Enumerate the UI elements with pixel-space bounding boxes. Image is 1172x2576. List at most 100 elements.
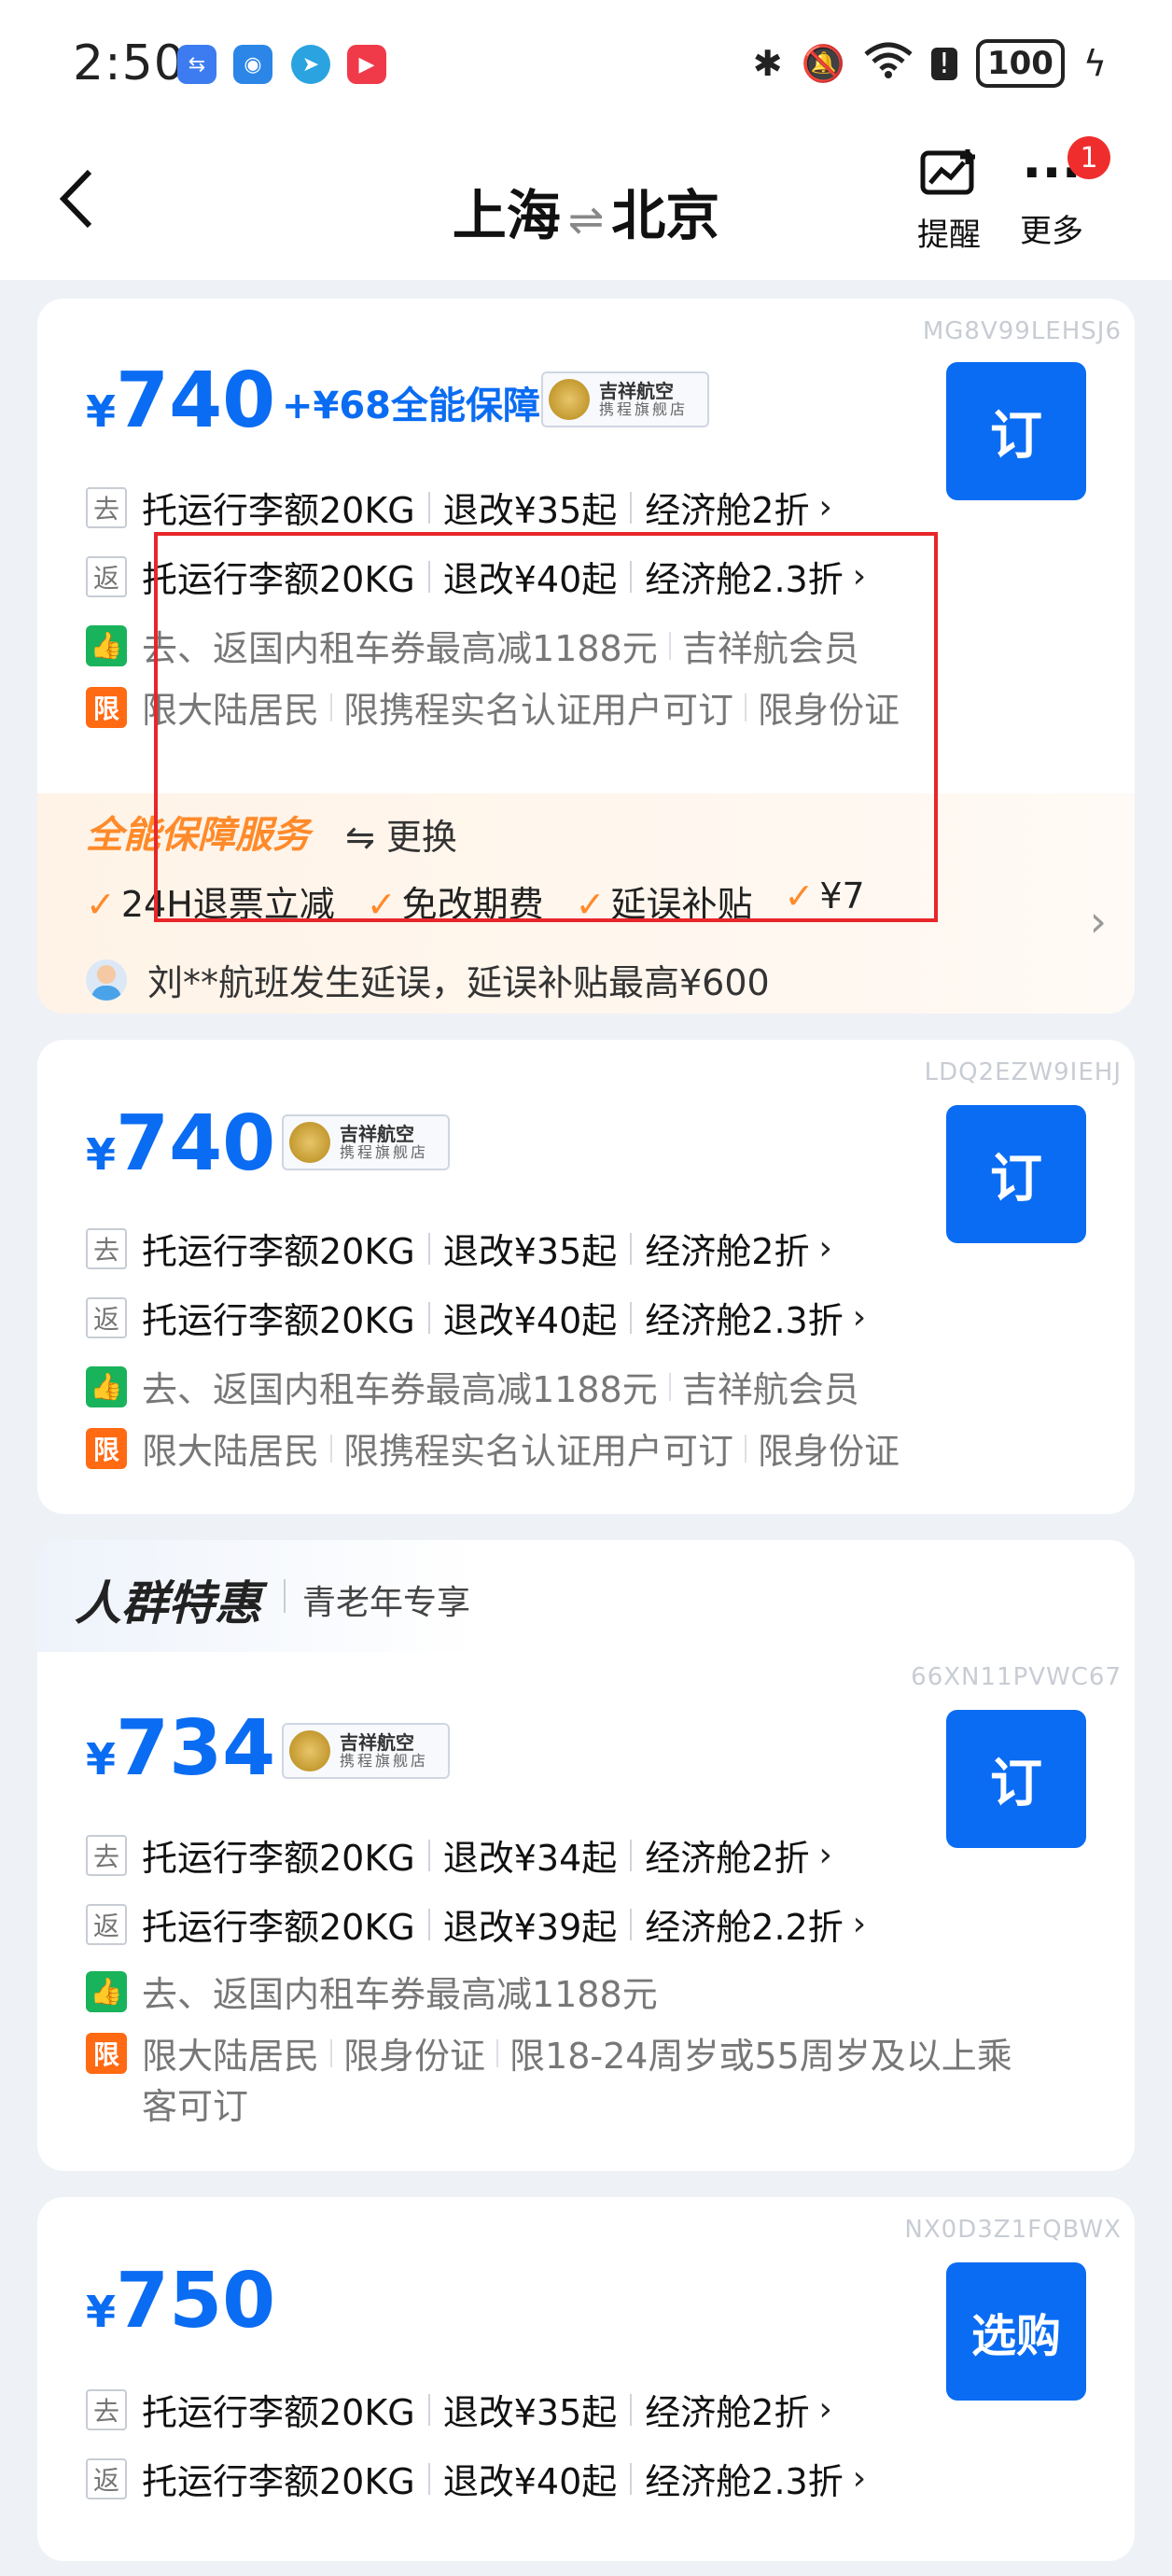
change-fee: 退改¥34起: [442, 1838, 618, 1879]
charging-icon: ϟ: [1082, 43, 1107, 84]
flight-card[interactable]: LDQ2EZW9IEHJ ¥740 吉祥航空 携程旗舰店 订 去 托运行李额20K…: [37, 1040, 1135, 1514]
outbound-tag: 去: [86, 1834, 127, 1876]
alert-icon: !: [930, 47, 957, 80]
swap-arrow-icon: ⇌: [567, 194, 605, 245]
more-label: 更多: [1020, 213, 1083, 250]
book-button[interactable]: 订: [946, 362, 1086, 500]
price: ¥750: [86, 2257, 275, 2345]
outbound-row[interactable]: 去 托运行李额20KG 退改¥35起 经济舱2折 ›: [86, 2384, 832, 2435]
baggage: 托运行李额20KG: [142, 1300, 415, 1341]
limit-text: 限身份证: [343, 2036, 486, 2077]
limit-row: 限 限大陆居民 限携程实名认证用户可订 限身份证: [86, 1422, 900, 1474]
return-tag: 返: [86, 555, 127, 597]
price-alert-icon: [920, 149, 975, 195]
avatar: [86, 959, 127, 1001]
select-button[interactable]: 选购: [946, 2262, 1086, 2401]
flight-card[interactable]: NX0D3Z1FQBWX ¥750 选购 去 托运行李额20KG 退改¥35起 …: [37, 2197, 1135, 2561]
cabin: 经济舱2.2折: [645, 1907, 844, 1948]
cabin: 经济舱2.3折: [645, 2461, 844, 2502]
limit-text: 限18-24周岁或55周岁及以上乘: [509, 2036, 1012, 2077]
airline-store: 携程旗舰店: [340, 1752, 429, 1771]
benefit-text: 去、返国内租车券最高减1188元: [142, 1974, 658, 2015]
product-code: LDQ2EZW9IEHJ: [924, 1058, 1122, 1086]
more-button[interactable]: ··· 更多 1: [1000, 136, 1110, 251]
price: ¥740: [86, 1099, 275, 1188]
product-code: 66XN11PVWC67: [911, 1663, 1122, 1691]
limit-text: 限携程实名认证用户可订: [343, 1431, 734, 1472]
insurance-addon: +¥68全能保障: [282, 385, 541, 427]
benefit-row: 👍 去、返国内租车券最高减1188元: [86, 1966, 658, 2017]
book-button[interactable]: 订: [946, 1710, 1086, 1848]
bluetooth-icon: ✱: [752, 43, 783, 84]
return-row[interactable]: 返 托运行李额20KG 退改¥40起 经济舱2.3折 ›: [86, 2453, 866, 2504]
change-fee: 退改¥40起: [442, 1300, 618, 1341]
price-amount: 750: [116, 2257, 276, 2345]
cabin: 经济舱2折: [645, 490, 810, 531]
return-row[interactable]: 返 托运行李额20KG 退改¥39起 经济舱2.2折 ›: [86, 1898, 866, 1950]
limit-row: 限 限大陆居民 限身份证 限18-24周岁或55周岁及以上乘: [86, 2027, 1012, 2079]
status-bar: 2:50 ⇆ ◉ ➤ ▶ ✱ 🔕 ! 100 ϟ: [0, 0, 1172, 131]
outbound-row[interactable]: 去 托运行李额20KG 退改¥34起 经济舱2折 ›: [86, 1829, 832, 1881]
status-right: ✱ 🔕 ! 100 ϟ: [753, 39, 1107, 88]
notice-text: 刘**航班发生延误，延误补贴最高¥600: [147, 962, 770, 1003]
member-text: 吉祥航会员: [681, 1369, 859, 1410]
remind-label: 提醒: [917, 217, 981, 254]
cabin: 经济舱2折: [645, 2392, 810, 2433]
outbound-tag: 去: [86, 2388, 127, 2430]
status-time: 2:50: [73, 35, 186, 91]
price-amount: 734: [116, 1704, 276, 1793]
outbound-tag: 去: [86, 1227, 127, 1269]
product-code: MG8V99LEHSJ6: [922, 317, 1122, 345]
baggage: 托运行李额20KG: [142, 2392, 415, 2433]
limit-tag: 限: [86, 2032, 127, 2074]
change-fee: 退改¥35起: [442, 490, 618, 531]
outbound-row[interactable]: 去 托运行李额20KG 退改¥35起 经济舱2折 ›: [86, 482, 832, 533]
outbound-row[interactable]: 去 托运行李额20KG 退改¥35起 经济舱2折 ›: [86, 1223, 832, 1274]
return-row[interactable]: 返 托运行李额20KG 退改¥40起 经济舱2.3折 ›: [86, 1292, 866, 1343]
limit-tag: 限: [86, 686, 127, 728]
cabin: 经济舱2折: [645, 1838, 810, 1879]
airline-store: 携程旗舰店: [599, 400, 689, 419]
baggage: 托运行李额20KG: [142, 1838, 415, 1879]
thumbs-up-icon: 👍: [86, 1365, 127, 1407]
airline-store: 携程旗舰店: [340, 1143, 429, 1162]
chevron-right-icon: ›: [818, 488, 832, 526]
remind-button[interactable]: 提醒: [898, 147, 1000, 255]
airline-name: 吉祥航空: [340, 1731, 414, 1755]
price-currency: ¥: [86, 1129, 117, 1180]
limit-tag: 限: [86, 1427, 127, 1469]
browser-icon: ◉: [233, 45, 272, 84]
price-amount: 740: [116, 357, 276, 445]
delay-notice: 刘**航班发生延误，延误补贴最高¥600: [86, 954, 770, 1005]
limit-text: 限大陆居民: [142, 1431, 320, 1472]
airline-name: 吉祥航空: [599, 380, 674, 403]
price-currency: ¥: [86, 1734, 117, 1785]
benefit-text: 去、返国内租车券最高减1188元: [142, 1369, 658, 1410]
nav-header: 上海 ⇌ 北京 提醒 ··· 更多 1: [0, 131, 1172, 280]
price-currency: ¥: [86, 2287, 117, 2337]
book-button[interactable]: 订: [946, 1105, 1086, 1243]
chevron-right-icon: ›: [852, 1298, 867, 1337]
promo-title: 人群特惠: [75, 1576, 261, 1631]
price: ¥734: [86, 1704, 275, 1793]
outbound-tag: 去: [86, 486, 127, 528]
return-tag: 返: [86, 1296, 127, 1338]
route-to: 北京: [611, 184, 720, 247]
benefit-row: 👍 去、返国内租车券最高减1188元 吉祥航会员: [86, 1361, 859, 1412]
route-from: 上海: [452, 184, 561, 247]
thumbs-up-icon: 👍: [86, 624, 127, 666]
flight-card[interactable]: 人群特惠 青老年专享 66XN11PVWC67 ¥734 吉祥航空 携程旗舰店 订…: [37, 1540, 1135, 2171]
promo-subtitle: 青老年专享: [302, 1584, 471, 1622]
promo-divider: [284, 1579, 286, 1613]
price-amount: 740: [116, 1099, 276, 1188]
cabin: 经济舱2.3折: [645, 1300, 844, 1341]
notification-badge: 1: [1067, 136, 1110, 179]
airline-badge: 吉祥航空 携程旗舰店: [282, 1114, 450, 1170]
chevron-right-icon[interactable]: ›: [1090, 896, 1107, 946]
airline-badge: 吉祥航空 携程旗舰店: [541, 371, 709, 427]
thumbs-up-icon: 👍: [86, 1970, 127, 2012]
check-icon: ✓: [86, 884, 116, 925]
limit-text: 客可订: [142, 2086, 249, 2127]
airline-logo: [289, 1730, 330, 1771]
video-app-icon: ▶: [347, 45, 386, 84]
